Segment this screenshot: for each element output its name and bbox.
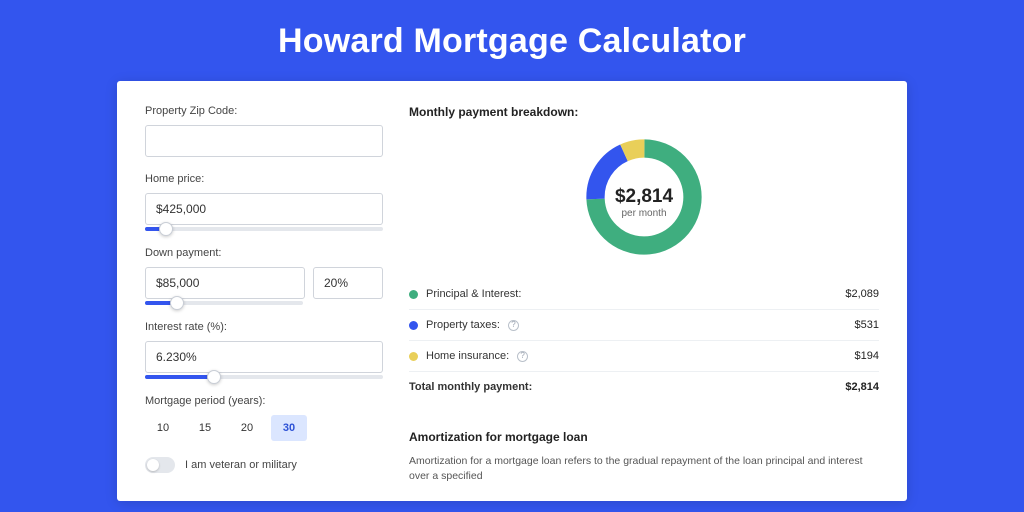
legend-dot-icon — [409, 290, 418, 299]
period-label: Mortgage period (years): — [145, 395, 383, 407]
home-price-group: Home price: — [145, 173, 383, 231]
legend-dot-icon — [409, 321, 418, 330]
period-option-20[interactable]: 20 — [229, 415, 265, 441]
inputs-panel: Property Zip Code: Home price: Down paym… — [145, 105, 383, 501]
amortization-body: Amortization for a mortgage loan refers … — [409, 454, 879, 484]
donut-center: $2,814 per month — [615, 186, 673, 219]
legend-dot-icon — [409, 352, 418, 361]
veteran-label: I am veteran or military — [185, 459, 297, 471]
amortization-heading: Amortization for mortgage loan — [409, 430, 879, 444]
donut-center-sub: per month — [615, 208, 673, 219]
breakdown-row: Principal & Interest: $2,089 — [409, 279, 879, 310]
info-icon[interactable]: ? — [517, 351, 528, 362]
period-option-30[interactable]: 30 — [271, 415, 307, 441]
interest-group: Interest rate (%): — [145, 321, 383, 379]
page-title: Howard Mortgage Calculator — [0, 0, 1024, 81]
donut-chart: $2,814 per month — [409, 129, 879, 279]
down-payment-group: Down payment: — [145, 247, 383, 305]
interest-input[interactable] — [145, 341, 383, 373]
breakdown-heading: Monthly payment breakdown: — [409, 105, 879, 119]
interest-slider[interactable] — [145, 375, 383, 379]
breakdown-total-label: Total monthly payment: — [409, 381, 532, 393]
breakdown-list: Principal & Interest: $2,089 Property taxe… — [409, 279, 879, 402]
down-payment-input[interactable] — [145, 267, 305, 299]
zip-label: Property Zip Code: — [145, 105, 383, 117]
toggle-knob-icon — [147, 459, 159, 471]
period-options: 10152030 — [145, 415, 383, 441]
zip-group: Property Zip Code: — [145, 105, 383, 157]
period-option-10[interactable]: 10 — [145, 415, 181, 441]
breakdown-panel: Monthly payment breakdown: $2,814 per mo… — [409, 105, 879, 501]
period-group: Mortgage period (years): 10152030 — [145, 395, 383, 441]
breakdown-row-label: Property taxes: — [426, 319, 500, 331]
home-price-slider[interactable] — [145, 227, 383, 231]
home-price-label: Home price: — [145, 173, 383, 185]
breakdown-row-value: $2,089 — [845, 288, 879, 300]
calculator-card: Property Zip Code: Home price: Down paym… — [117, 81, 907, 501]
down-payment-label: Down payment: — [145, 247, 383, 259]
period-option-15[interactable]: 15 — [187, 415, 223, 441]
breakdown-total-row: Total monthly payment: $2,814 — [409, 372, 879, 402]
breakdown-row-value: $194 — [855, 350, 879, 362]
home-price-input[interactable] — [145, 193, 383, 225]
down-payment-slider[interactable] — [145, 301, 303, 305]
zip-input[interactable] — [145, 125, 383, 157]
veteran-row: I am veteran or military — [145, 457, 383, 473]
breakdown-row-label: Principal & Interest: — [426, 288, 521, 300]
breakdown-row-value: $531 — [855, 319, 879, 331]
breakdown-row: Property taxes:? $531 — [409, 310, 879, 341]
veteran-toggle[interactable] — [145, 457, 175, 473]
donut-center-value: $2,814 — [615, 186, 673, 208]
breakdown-total-value: $2,814 — [845, 381, 879, 393]
breakdown-row-label: Home insurance: — [426, 350, 509, 362]
info-icon[interactable]: ? — [508, 320, 519, 331]
amortization-section: Amortization for mortgage loan Amortizat… — [409, 418, 879, 484]
down-payment-pct-input[interactable] — [313, 267, 383, 299]
interest-label: Interest rate (%): — [145, 321, 383, 333]
breakdown-row: Home insurance:? $194 — [409, 341, 879, 372]
